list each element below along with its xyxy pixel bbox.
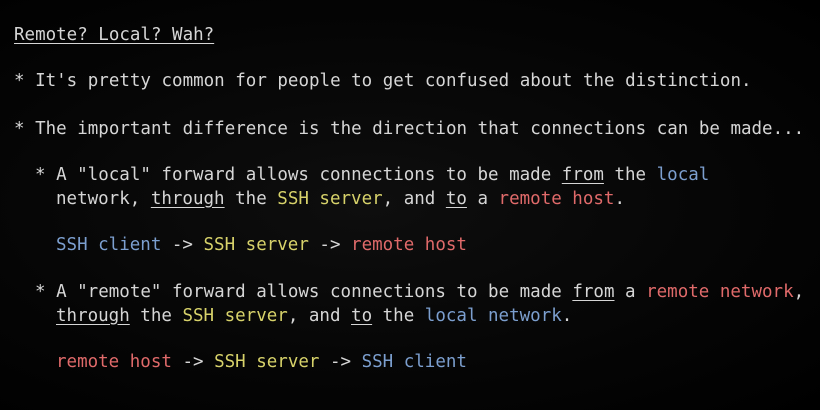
text: the <box>224 189 278 209</box>
term-remote-host: remote host <box>351 235 467 255</box>
local-forward-line-2: network, through the SSH server, and to … <box>56 188 625 210</box>
text: . <box>614 189 625 209</box>
bullet-direction: * The important difference is the direct… <box>14 119 805 139</box>
term-ssh-server: SSH server <box>182 306 288 326</box>
arrow: -> <box>308 235 352 255</box>
text: the <box>372 306 425 326</box>
term-local-network: local network <box>424 306 562 326</box>
text: the <box>129 306 183 326</box>
slide-title: Remote? Local? Wah? <box>14 25 215 45</box>
text: , <box>793 282 805 302</box>
term-remote-host: remote host <box>498 189 615 209</box>
arrow: -> <box>319 352 362 372</box>
term-ssh-client: SSH client <box>361 352 467 372</box>
term-ssh-server: SSH server <box>277 189 383 209</box>
text: network, <box>56 189 151 209</box>
text: a <box>466 189 499 209</box>
text: , and <box>382 189 446 209</box>
local-forward-line-1: * A "local" forward allows connections t… <box>35 164 709 186</box>
term-ssh-server: SSH server <box>214 352 320 372</box>
remote-forward-line-1: * A "remote" forward allows connections … <box>35 281 804 303</box>
term-remote-host: remote host <box>56 352 172 372</box>
text: , and <box>287 306 352 326</box>
emphasis-through: through <box>150 189 225 209</box>
remote-forward-flow: remote host -> SSH server -> SSH client <box>56 351 467 373</box>
text: * A "local" forward allows connections t… <box>35 165 562 185</box>
term-local: local <box>656 165 710 185</box>
emphasis-from: from <box>561 165 604 185</box>
slide: Remote? Local? Wah? * It's pretty common… <box>0 0 820 410</box>
text: the <box>603 165 657 185</box>
emphasis-to: to <box>351 306 373 326</box>
term-ssh-client: SSH client <box>56 235 162 255</box>
arrow: -> <box>161 235 204 255</box>
emphasis-from: from <box>572 282 615 302</box>
remote-forward-line-2: through the SSH server, and to the local… <box>56 305 572 327</box>
emphasis-to: to <box>445 189 467 209</box>
bullet-confusion: * It's pretty common for people to get c… <box>14 71 752 91</box>
text: * A "remote" forward allows connections … <box>35 282 573 302</box>
term-ssh-server: SSH server <box>203 235 309 255</box>
term-remote-network: remote network <box>646 282 794 302</box>
text: a <box>614 282 647 302</box>
local-forward-flow: SSH client -> SSH server -> remote host <box>56 234 467 256</box>
emphasis-through: through <box>56 306 130 326</box>
arrow: -> <box>171 352 215 372</box>
text: . <box>561 306 573 326</box>
